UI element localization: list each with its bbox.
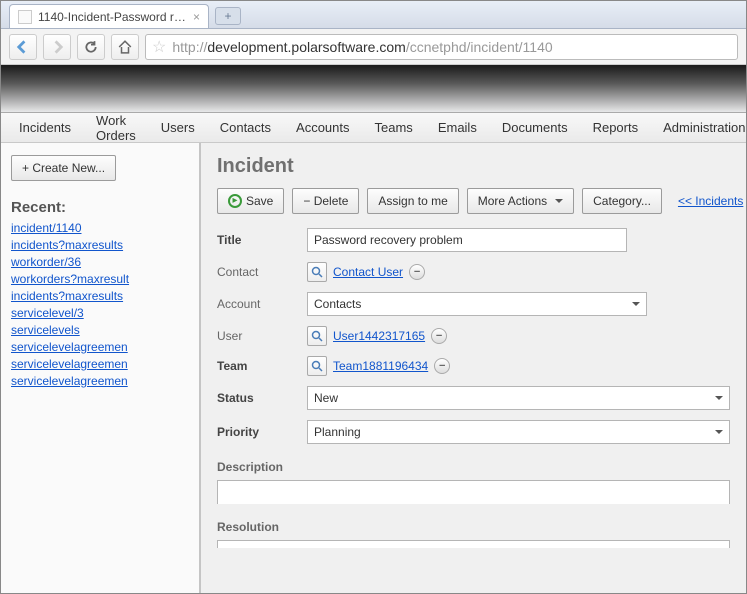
account-select[interactable]: Contacts: [307, 292, 647, 316]
recent-link[interactable]: incidents?maxresults: [11, 237, 189, 254]
reload-icon: [84, 40, 98, 54]
contact-link[interactable]: Contact User: [333, 265, 403, 279]
nav-contacts[interactable]: Contacts: [208, 113, 284, 142]
label-account: Account: [217, 297, 307, 311]
main-nav: Incidents Work Orders Users Contacts Acc…: [1, 113, 746, 143]
label-title: Title: [217, 233, 307, 247]
chevron-down-icon: [632, 302, 640, 310]
tab-title: 1140-Incident-Password re...: [38, 10, 187, 24]
search-icon: [311, 266, 323, 278]
nav-work-orders[interactable]: Work Orders: [84, 113, 149, 142]
recent-link[interactable]: incidents?maxresults: [11, 288, 189, 305]
assign-to-me-button[interactable]: Assign to me: [367, 188, 458, 214]
priority-select[interactable]: Planning: [307, 420, 730, 444]
home-icon: [118, 40, 132, 54]
save-button[interactable]: ▸ Save: [217, 188, 284, 214]
delete-button[interactable]: − Delete: [292, 188, 359, 214]
status-select[interactable]: New: [307, 386, 730, 410]
team-lookup-button[interactable]: [307, 356, 327, 376]
account-value: Contacts: [314, 297, 361, 311]
row-team: Team Team1881196434 −: [217, 356, 730, 376]
arrow-right-icon: [50, 40, 64, 54]
nav-incidents[interactable]: Incidents: [7, 113, 84, 142]
label-resolution: Resolution: [217, 520, 730, 534]
nav-users[interactable]: Users: [149, 113, 208, 142]
page-header-banner: [1, 65, 746, 113]
sidebar: + Create New... Recent: incident/1140 in…: [1, 143, 201, 593]
forward-button[interactable]: [43, 34, 71, 60]
label-status: Status: [217, 391, 307, 405]
main-area: + Create New... Recent: incident/1140 in…: [1, 143, 746, 593]
user-remove-button[interactable]: −: [431, 328, 447, 344]
recent-link[interactable]: servicelevelagreemen: [11, 356, 189, 373]
category-button[interactable]: Category...: [582, 188, 662, 214]
row-status: Status New: [217, 386, 730, 410]
content-area: Incident ▸ Save − Delete Assign to me Mo…: [201, 143, 746, 593]
tab-close-icon[interactable]: ×: [193, 10, 200, 24]
search-icon: [311, 330, 323, 342]
browser-tab-strip: 1140-Incident-Password re... × +: [1, 1, 746, 29]
recent-link[interactable]: servicelevelagreemen: [11, 339, 189, 356]
browser-toolbar: ☆ http://development.polarsoftware.com/c…: [1, 29, 746, 65]
contact-lookup-button[interactable]: [307, 262, 327, 282]
resolution-textarea[interactable]: [217, 540, 730, 548]
contact-remove-button[interactable]: −: [409, 264, 425, 280]
recent-link[interactable]: incident/1140: [11, 220, 189, 237]
create-new-button[interactable]: + Create New...: [11, 155, 116, 181]
label-description: Description: [217, 460, 730, 474]
user-lookup-button[interactable]: [307, 326, 327, 346]
row-priority: Priority Planning: [217, 420, 730, 444]
nav-teams[interactable]: Teams: [363, 113, 426, 142]
url-text: http://development.polarsoftware.com/ccn…: [172, 39, 731, 55]
nav-documents[interactable]: Documents: [490, 113, 581, 142]
more-actions-button[interactable]: More Actions: [467, 188, 574, 214]
priority-value: Planning: [314, 425, 361, 439]
recent-link[interactable]: servicelevels: [11, 322, 189, 339]
row-title: Title: [217, 228, 730, 252]
home-button[interactable]: [111, 34, 139, 60]
recent-link[interactable]: servicelevel/3: [11, 305, 189, 322]
chevron-down-icon: [715, 396, 723, 404]
nav-accounts[interactable]: Accounts: [284, 113, 362, 142]
team-link[interactable]: Team1881196434: [333, 359, 428, 373]
recent-link[interactable]: workorder/36: [11, 254, 189, 271]
row-account: Account Contacts: [217, 292, 730, 316]
nav-emails[interactable]: Emails: [426, 113, 490, 142]
row-contact: Contact Contact User −: [217, 262, 730, 282]
new-tab-button[interactable]: +: [215, 7, 241, 25]
row-user: User User1442317165 −: [217, 326, 730, 346]
chevron-down-icon: [715, 430, 723, 438]
bookmark-star-icon[interactable]: ☆: [152, 37, 166, 57]
arrow-left-icon: [16, 40, 30, 54]
url-input[interactable]: ☆ http://development.polarsoftware.com/c…: [145, 34, 738, 60]
reload-button[interactable]: [77, 34, 105, 60]
nav-administration[interactable]: Administration: [651, 113, 747, 142]
recent-link[interactable]: workorders?maxresult: [11, 271, 189, 288]
status-value: New: [314, 391, 338, 405]
recent-link[interactable]: servicelevelagreemen: [11, 373, 189, 390]
back-to-incidents-link[interactable]: << Incidents: [678, 194, 743, 208]
recent-heading: Recent:: [11, 199, 189, 216]
page-title: Incident: [217, 155, 730, 178]
label-team: Team: [217, 359, 307, 373]
nav-reports[interactable]: Reports: [581, 113, 652, 142]
toolbar: ▸ Save − Delete Assign to me More Action…: [217, 188, 730, 214]
description-textarea[interactable]: [217, 480, 730, 504]
favicon-icon: [18, 10, 32, 24]
search-icon: [311, 360, 323, 372]
label-contact: Contact: [217, 265, 307, 279]
label-priority: Priority: [217, 425, 307, 439]
label-user: User: [217, 329, 307, 343]
team-remove-button[interactable]: −: [434, 358, 450, 374]
save-icon: ▸: [228, 194, 242, 208]
user-link[interactable]: User1442317165: [333, 329, 425, 343]
browser-tab[interactable]: 1140-Incident-Password re... ×: [9, 4, 209, 28]
title-input[interactable]: [307, 228, 627, 252]
back-button[interactable]: [9, 34, 37, 60]
recent-list: incident/1140 incidents?maxresults worko…: [11, 220, 189, 390]
